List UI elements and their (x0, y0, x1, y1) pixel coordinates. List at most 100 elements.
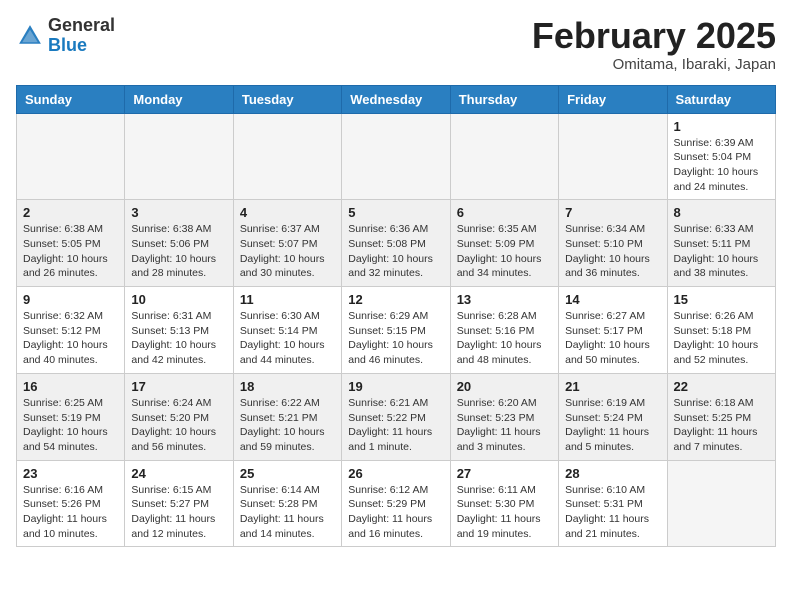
day-number: 6 (457, 205, 552, 220)
empty-cell (17, 113, 125, 200)
empty-cell (233, 113, 341, 200)
day-number: 11 (240, 292, 335, 307)
calendar-day-cell: 11 Sunrise: 6:30 AM Sunset: 5:14 PM Dayli… (233, 287, 341, 374)
calendar-day-cell: 27 Sunrise: 6:11 AM Sunset: 5:30 PM Dayli… (450, 460, 558, 547)
day-number: 22 (674, 379, 769, 394)
logo-general-text: General (48, 15, 115, 35)
day-number: 18 (240, 379, 335, 394)
empty-cell (125, 113, 233, 200)
calendar-day-cell: 26 Sunrise: 6:12 AM Sunset: 5:29 PM Dayli… (342, 460, 450, 547)
calendar-day-cell: 6 Sunrise: 6:35 AM Sunset: 5:09 PM Daylig… (450, 200, 558, 287)
calendar-day-cell: 21 Sunrise: 6:19 AM Sunset: 5:24 PM Dayli… (559, 373, 667, 460)
day-number: 26 (348, 466, 443, 481)
calendar-day-cell: 28 Sunrise: 6:10 AM Sunset: 5:31 PM Dayli… (559, 460, 667, 547)
calendar-day-cell: 1 Sunrise: 6:39 AM Sunset: 5:04 PM Daylig… (667, 113, 775, 200)
col-header-thursday: Thursday (450, 85, 558, 113)
day-number: 5 (348, 205, 443, 220)
day-info: Sunrise: 6:38 AM Sunset: 5:05 PM Dayligh… (23, 222, 118, 281)
day-number: 27 (457, 466, 552, 481)
calendar-day-cell: 2Sunrise: 6:38 AM Sunset: 5:05 PM Daylig… (17, 200, 125, 287)
empty-cell (667, 460, 775, 547)
col-header-friday: Friday (559, 85, 667, 113)
day-info: Sunrise: 6:28 AM Sunset: 5:16 PM Dayligh… (457, 309, 552, 368)
col-header-tuesday: Tuesday (233, 85, 341, 113)
calendar-day-cell: 20 Sunrise: 6:20 AM Sunset: 5:23 PM Dayli… (450, 373, 558, 460)
day-number: 10 (131, 292, 226, 307)
day-info: Sunrise: 6:26 AM Sunset: 5:18 PM Dayligh… (674, 309, 769, 368)
title-block: February 2025 Omitama, Ibaraki, Japan (532, 16, 776, 73)
day-info: Sunrise: 6:21 AM Sunset: 5:22 PM Dayligh… (348, 396, 443, 455)
day-info: Sunrise: 6:19 AM Sunset: 5:24 PM Dayligh… (565, 396, 660, 455)
day-number: 24 (131, 466, 226, 481)
day-number: 1 (674, 119, 769, 134)
day-info: Sunrise: 6:24 AM Sunset: 5:20 PM Dayligh… (131, 396, 226, 455)
day-number: 15 (674, 292, 769, 307)
day-number: 7 (565, 205, 660, 220)
day-info: Sunrise: 6:27 AM Sunset: 5:17 PM Dayligh… (565, 309, 660, 368)
calendar-header-row: SundayMondayTuesdayWednesdayThursdayFrid… (17, 85, 776, 113)
day-info: Sunrise: 6:16 AM Sunset: 5:26 PM Dayligh… (23, 483, 118, 542)
calendar-day-cell: 17 Sunrise: 6:24 AM Sunset: 5:20 PM Dayli… (125, 373, 233, 460)
day-info: Sunrise: 6:31 AM Sunset: 5:13 PM Dayligh… (131, 309, 226, 368)
calendar-day-cell: 22 Sunrise: 6:18 AM Sunset: 5:25 PM Dayli… (667, 373, 775, 460)
day-info: Sunrise: 6:39 AM Sunset: 5:04 PM Dayligh… (674, 136, 769, 195)
calendar-day-cell: 10 Sunrise: 6:31 AM Sunset: 5:13 PM Dayli… (125, 287, 233, 374)
calendar-day-cell: 19 Sunrise: 6:21 AM Sunset: 5:22 PM Dayli… (342, 373, 450, 460)
day-number: 3 (131, 205, 226, 220)
day-info: Sunrise: 6:12 AM Sunset: 5:29 PM Dayligh… (348, 483, 443, 542)
calendar-day-cell: 25 Sunrise: 6:14 AM Sunset: 5:28 PM Dayli… (233, 460, 341, 547)
day-number: 4 (240, 205, 335, 220)
calendar-day-cell: 24Sunrise: 6:15 AM Sunset: 5:27 PM Dayli… (125, 460, 233, 547)
calendar-day-cell: 5Sunrise: 6:36 AM Sunset: 5:08 PM Daylig… (342, 200, 450, 287)
calendar-day-cell: 9Sunrise: 6:32 AM Sunset: 5:12 PM Daylig… (17, 287, 125, 374)
calendar-day-cell: 14 Sunrise: 6:27 AM Sunset: 5:17 PM Dayli… (559, 287, 667, 374)
calendar-day-cell: 18 Sunrise: 6:22 AM Sunset: 5:21 PM Dayli… (233, 373, 341, 460)
empty-cell (450, 113, 558, 200)
day-info: Sunrise: 6:20 AM Sunset: 5:23 PM Dayligh… (457, 396, 552, 455)
day-info: Sunrise: 6:35 AM Sunset: 5:09 PM Dayligh… (457, 222, 552, 281)
day-number: 17 (131, 379, 226, 394)
calendar-day-cell: 15 Sunrise: 6:26 AM Sunset: 5:18 PM Dayli… (667, 287, 775, 374)
day-number: 16 (23, 379, 118, 394)
calendar-day-cell: 4 Sunrise: 6:37 AM Sunset: 5:07 PM Daylig… (233, 200, 341, 287)
calendar-week-row: 9Sunrise: 6:32 AM Sunset: 5:12 PM Daylig… (17, 287, 776, 374)
day-info: Sunrise: 6:10 AM Sunset: 5:31 PM Dayligh… (565, 483, 660, 542)
day-number: 20 (457, 379, 552, 394)
calendar-day-cell: 3 Sunrise: 6:38 AM Sunset: 5:06 PM Daylig… (125, 200, 233, 287)
logo-blue-text: Blue (48, 35, 87, 55)
day-info: Sunrise: 6:14 AM Sunset: 5:28 PM Dayligh… (240, 483, 335, 542)
calendar-day-cell: 7Sunrise: 6:34 AM Sunset: 5:10 PM Daylig… (559, 200, 667, 287)
day-info: Sunrise: 6:18 AM Sunset: 5:25 PM Dayligh… (674, 396, 769, 455)
day-info: Sunrise: 6:32 AM Sunset: 5:12 PM Dayligh… (23, 309, 118, 368)
calendar-day-cell: 13 Sunrise: 6:28 AM Sunset: 5:16 PM Dayli… (450, 287, 558, 374)
day-info: Sunrise: 6:30 AM Sunset: 5:14 PM Dayligh… (240, 309, 335, 368)
day-number: 23 (23, 466, 118, 481)
day-info: Sunrise: 6:29 AM Sunset: 5:15 PM Dayligh… (348, 309, 443, 368)
day-info: Sunrise: 6:37 AM Sunset: 5:07 PM Dayligh… (240, 222, 335, 281)
page-header: General Blue February 2025 Omitama, Ibar… (16, 16, 776, 73)
calendar-week-row: 16 Sunrise: 6:25 AM Sunset: 5:19 PM Dayli… (17, 373, 776, 460)
day-info: Sunrise: 6:11 AM Sunset: 5:30 PM Dayligh… (457, 483, 552, 542)
day-number: 12 (348, 292, 443, 307)
day-number: 25 (240, 466, 335, 481)
day-info: Sunrise: 6:22 AM Sunset: 5:21 PM Dayligh… (240, 396, 335, 455)
day-number: 28 (565, 466, 660, 481)
empty-cell (559, 113, 667, 200)
calendar-table: SundayMondayTuesdayWednesdayThursdayFrid… (16, 85, 776, 548)
col-header-monday: Monday (125, 85, 233, 113)
day-number: 21 (565, 379, 660, 394)
day-info: Sunrise: 6:25 AM Sunset: 5:19 PM Dayligh… (23, 396, 118, 455)
day-number: 19 (348, 379, 443, 394)
month-title: February 2025 (532, 16, 776, 56)
day-number: 14 (565, 292, 660, 307)
calendar-day-cell: 23 Sunrise: 6:16 AM Sunset: 5:26 PM Dayli… (17, 460, 125, 547)
col-header-wednesday: Wednesday (342, 85, 450, 113)
day-info: Sunrise: 6:33 AM Sunset: 5:11 PM Dayligh… (674, 222, 769, 281)
empty-cell (342, 113, 450, 200)
calendar-week-row: 1 Sunrise: 6:39 AM Sunset: 5:04 PM Daylig… (17, 113, 776, 200)
day-number: 8 (674, 205, 769, 220)
calendar-week-row: 23 Sunrise: 6:16 AM Sunset: 5:26 PM Dayli… (17, 460, 776, 547)
day-info: Sunrise: 6:38 AM Sunset: 5:06 PM Dayligh… (131, 222, 226, 281)
day-number: 13 (457, 292, 552, 307)
calendar-week-row: 2Sunrise: 6:38 AM Sunset: 5:05 PM Daylig… (17, 200, 776, 287)
